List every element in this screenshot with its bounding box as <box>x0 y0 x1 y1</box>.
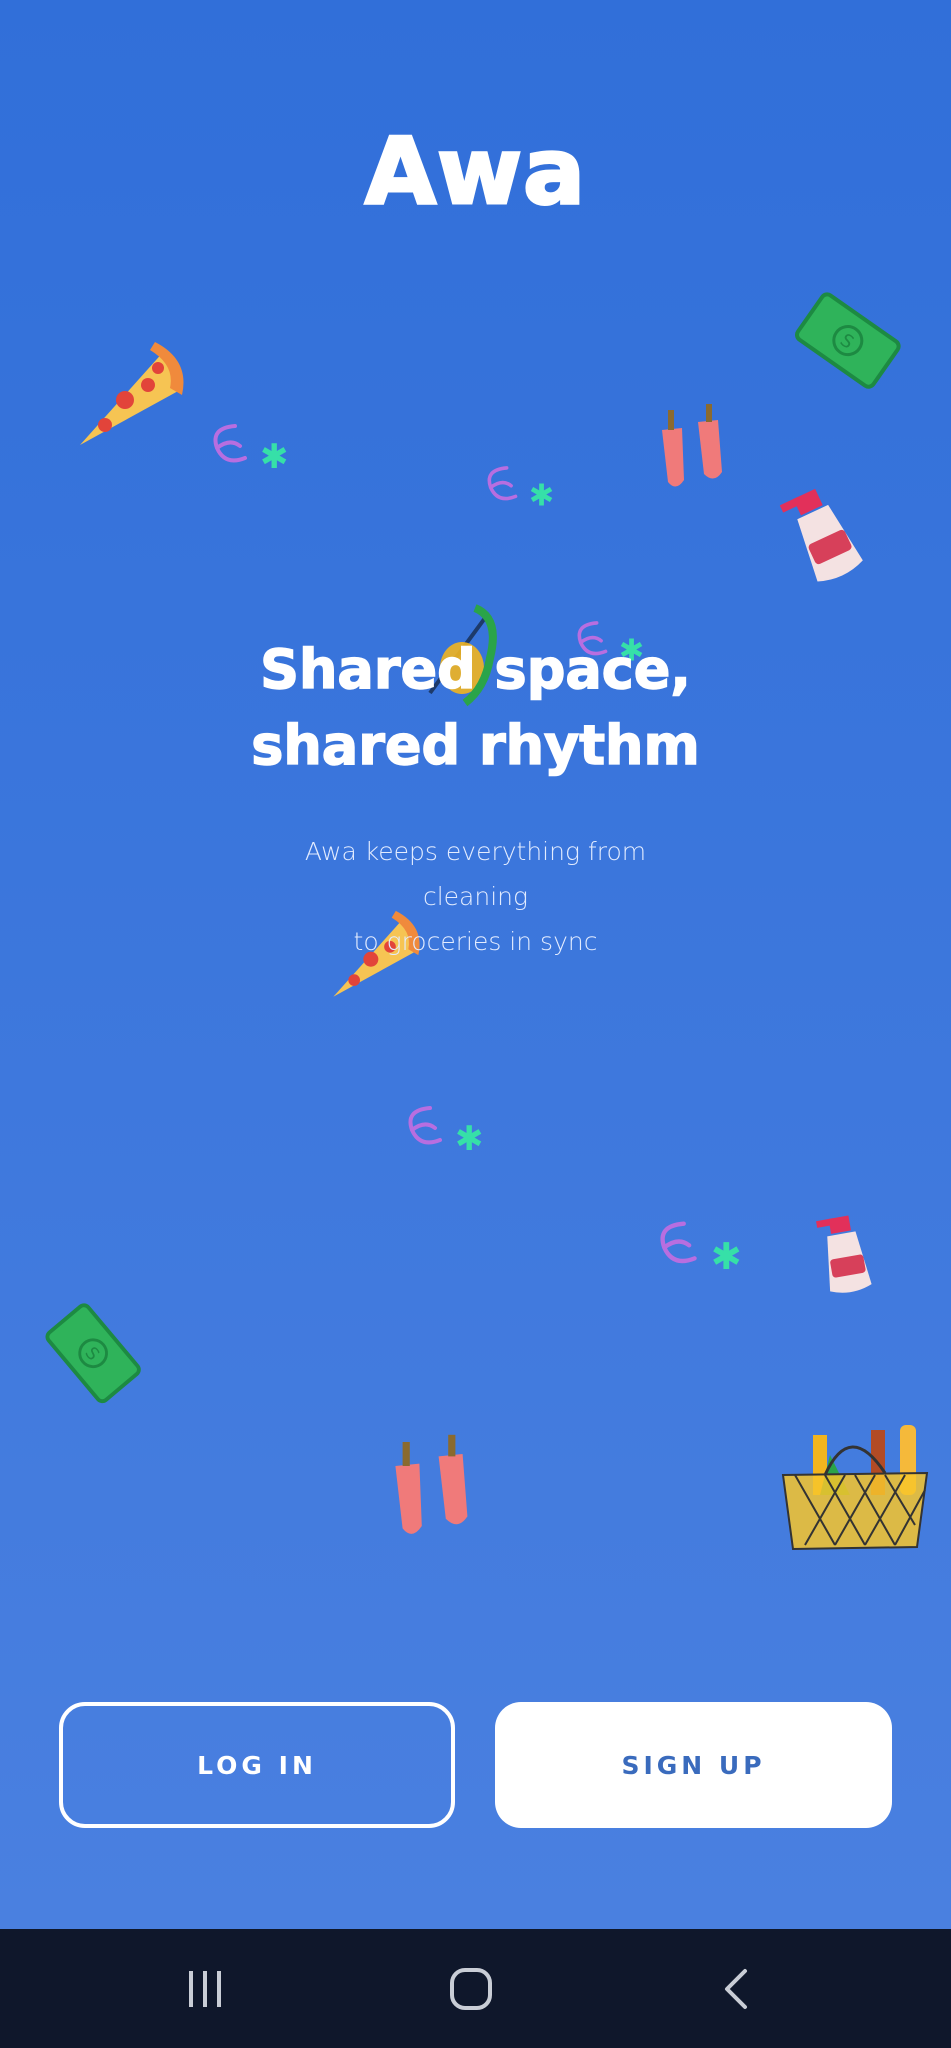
money-bill-icon: S <box>795 292 901 389</box>
headline-line-1: Shared space, <box>259 637 691 702</box>
rubber-gloves-icon <box>662 404 722 487</box>
squiggle-star-icon: ✱ <box>408 1106 484 1159</box>
svg-text:✱: ✱ <box>260 437 289 477</box>
spray-bottle-icon <box>779 488 863 582</box>
rubber-gloves-icon <box>395 1434 468 1534</box>
recent-apps-icon <box>189 1971 221 2007</box>
subtitle-line-2: to groceries in sync <box>353 927 598 956</box>
svg-text:✱: ✱ <box>529 478 554 513</box>
squiggle-star-icon: ✱ <box>487 466 554 513</box>
svg-text:✱: ✱ <box>711 1235 742 1278</box>
welcome-screen: S S ✱ ✱ ✱ ✱ ✱ Awa Shared space, shared r… <box>0 0 951 1929</box>
svg-text:✱: ✱ <box>455 1119 484 1159</box>
grocery-basket-icon <box>781 1425 929 1551</box>
spray-bottle-icon <box>816 1215 872 1293</box>
subtitle: Awa keeps everything from cleaning to gr… <box>250 829 701 964</box>
money-bill-icon: S <box>45 1303 141 1404</box>
login-button[interactable]: LOG IN <box>59 1702 455 1828</box>
home-icon <box>450 1968 492 2010</box>
pizza-slice-icon <box>80 342 184 445</box>
squiggle-star-icon: ✱ <box>660 1221 742 1278</box>
signup-button[interactable]: SIGN UP <box>495 1702 892 1828</box>
headline: Shared space, shared rhythm <box>0 632 951 784</box>
home-button[interactable] <box>431 1957 511 2021</box>
squiggle-star-icon: ✱ <box>213 424 289 477</box>
recent-apps-button[interactable] <box>165 1957 245 2021</box>
system-navigation-bar <box>0 1929 951 2048</box>
subtitle-line-1: Awa keeps everything from cleaning <box>304 837 647 911</box>
back-button[interactable] <box>697 1957 777 2021</box>
app-logo: Awa <box>363 117 587 227</box>
back-icon <box>725 1969 747 2009</box>
headline-line-2: shared rhythm <box>250 713 700 778</box>
